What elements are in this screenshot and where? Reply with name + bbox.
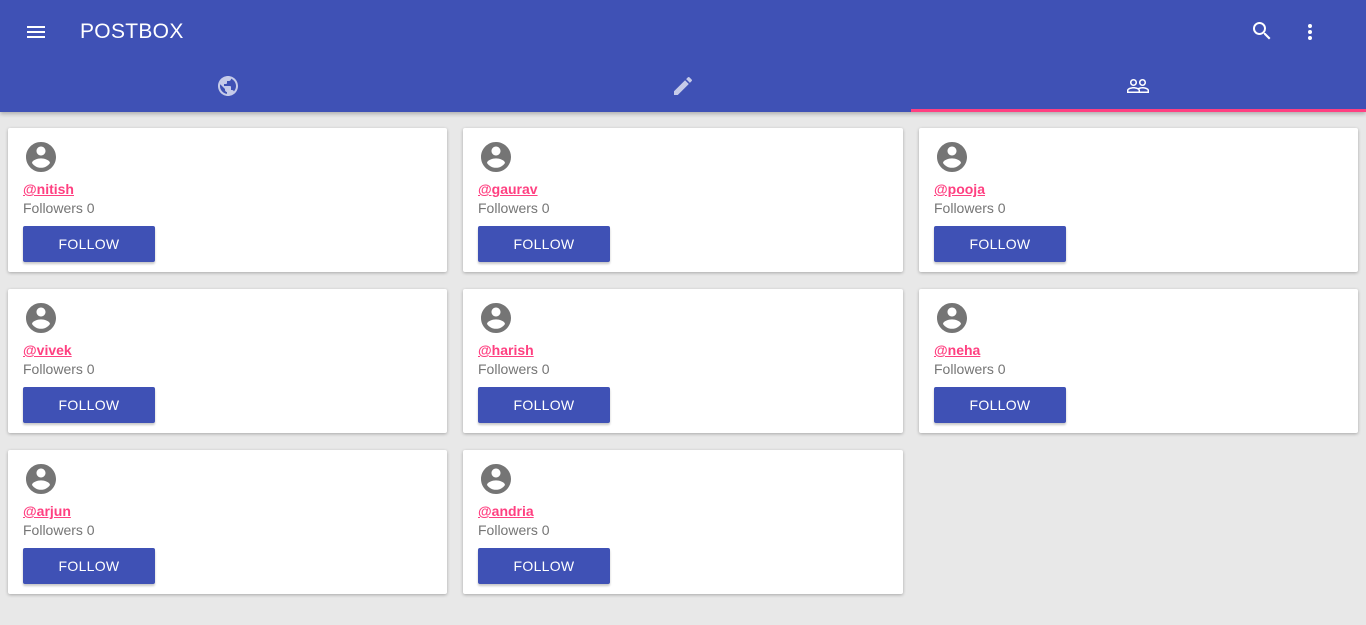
follow-button[interactable]: FOLLOW <box>478 548 610 584</box>
username-link[interactable]: @arjun <box>23 503 71 519</box>
user-card: @gaurav Followers 0 FOLLOW <box>463 128 903 272</box>
user-card: @nitish Followers 0 FOLLOW <box>8 128 447 272</box>
tab-explore[interactable] <box>0 64 455 112</box>
followers-count: Followers 0 <box>23 522 95 538</box>
account-circle-icon <box>481 464 511 494</box>
app-bar: POSTBOX <box>0 0 1366 112</box>
user-card: @harish Followers 0 FOLLOW <box>463 289 903 433</box>
pencil-icon <box>671 74 695 103</box>
tab-compose[interactable] <box>455 64 910 112</box>
user-card: @arjun Followers 0 FOLLOW <box>8 450 447 594</box>
search-icon[interactable] <box>1248 16 1276 46</box>
follow-button[interactable]: FOLLOW <box>478 387 610 423</box>
followers-count: Followers 0 <box>23 361 95 377</box>
username-link[interactable]: @harish <box>478 342 534 358</box>
followers-count: Followers 0 <box>478 361 550 377</box>
followers-count: Followers 0 <box>478 200 550 216</box>
username-link[interactable]: @gaurav <box>478 181 538 197</box>
app-title: POSTBOX <box>80 20 184 43</box>
follow-button[interactable]: FOLLOW <box>23 548 155 584</box>
account-circle-icon <box>26 142 56 172</box>
tab-bar <box>0 64 1366 112</box>
people-icon <box>1126 74 1150 103</box>
account-circle-icon <box>481 142 511 172</box>
followers-count: Followers 0 <box>23 200 95 216</box>
followers-count: Followers 0 <box>478 522 550 538</box>
toolbar: POSTBOX <box>0 0 1366 64</box>
account-circle-icon <box>26 303 56 333</box>
username-link[interactable]: @andria <box>478 503 534 519</box>
account-circle-icon <box>937 142 967 172</box>
user-grid: @nitish Followers 0 FOLLOW @gaurav Follo… <box>8 128 1358 594</box>
globe-icon <box>216 74 240 103</box>
user-card: @pooja Followers 0 FOLLOW <box>919 128 1358 272</box>
account-circle-icon <box>26 464 56 494</box>
follow-button[interactable]: FOLLOW <box>478 226 610 262</box>
user-card: @andria Followers 0 FOLLOW <box>463 450 903 594</box>
follow-button[interactable]: FOLLOW <box>23 387 155 423</box>
user-card: @neha Followers 0 FOLLOW <box>919 289 1358 433</box>
username-link[interactable]: @neha <box>934 342 980 358</box>
follow-button[interactable]: FOLLOW <box>934 226 1066 262</box>
username-link[interactable]: @nitish <box>23 181 74 197</box>
follow-button[interactable]: FOLLOW <box>23 226 155 262</box>
followers-count: Followers 0 <box>934 361 1006 377</box>
account-circle-icon <box>481 303 511 333</box>
username-link[interactable]: @pooja <box>934 181 985 197</box>
follow-button[interactable]: FOLLOW <box>934 387 1066 423</box>
more-vert-icon[interactable] <box>1298 16 1322 48</box>
username-link[interactable]: @vivek <box>23 342 72 358</box>
menu-icon[interactable] <box>20 16 52 48</box>
followers-count: Followers 0 <box>934 200 1006 216</box>
active-tab-indicator <box>910 109 1366 112</box>
tab-people[interactable] <box>910 64 1366 112</box>
user-card: @vivek Followers 0 FOLLOW <box>8 289 447 433</box>
account-circle-icon <box>937 303 967 333</box>
